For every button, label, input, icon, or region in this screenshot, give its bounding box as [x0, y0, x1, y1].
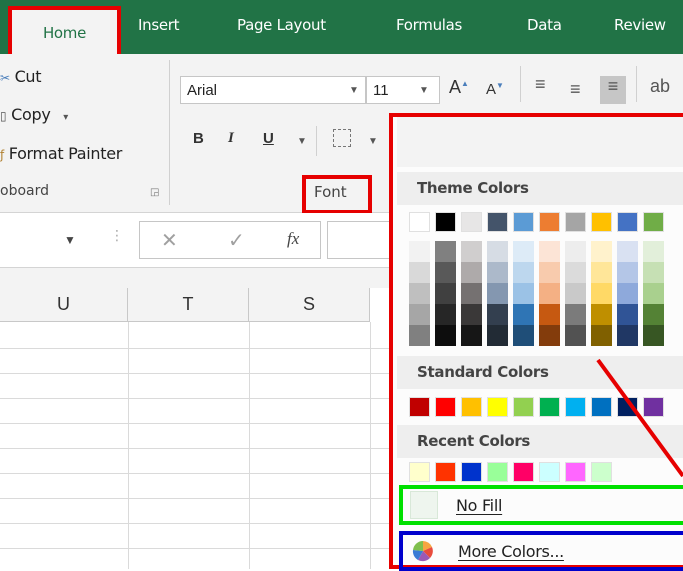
annotation-arrow: [596, 358, 683, 478]
